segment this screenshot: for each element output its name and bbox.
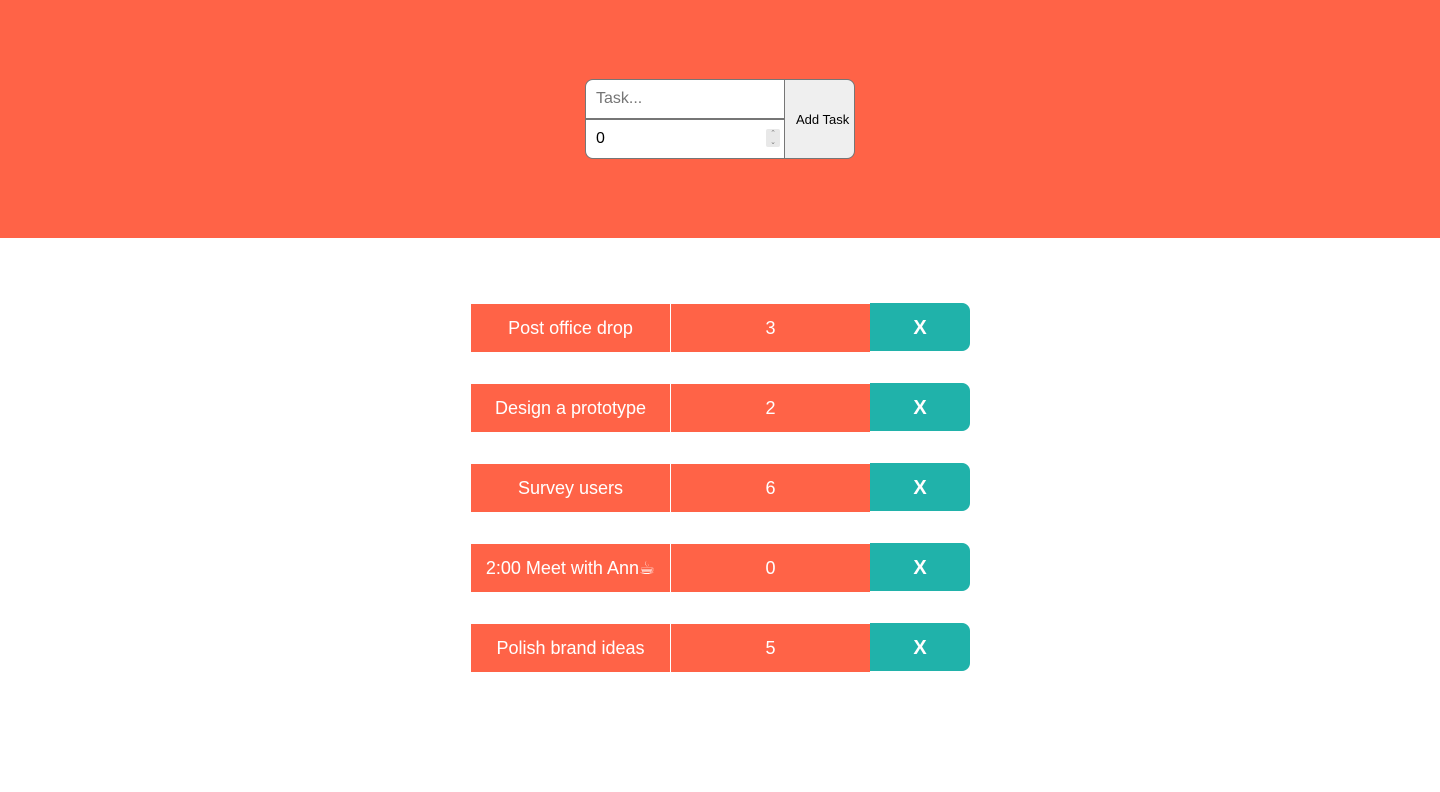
count-input[interactable]: [585, 119, 785, 159]
task-list: Post office drop 3 X Design a prototype …: [471, 303, 971, 703]
add-task-button[interactable]: Add Task: [784, 79, 855, 159]
task-name: Design a prototype: [471, 384, 670, 432]
task-row: Survey users 6 X: [471, 463, 971, 512]
delete-task-button[interactable]: X: [870, 303, 970, 351]
header-banner: ⌃ ⌄ Add Task: [0, 0, 1440, 238]
task-name: Polish brand ideas: [471, 624, 670, 672]
number-stepper-icon[interactable]: ⌃ ⌄: [766, 129, 780, 147]
delete-task-button[interactable]: X: [870, 543, 970, 591]
task-name: 2:00 Meet with Ann☕: [471, 544, 670, 592]
task-count: 2: [671, 384, 870, 432]
delete-task-button[interactable]: X: [870, 623, 970, 671]
task-count: 6: [671, 464, 870, 512]
task-input[interactable]: [585, 79, 785, 119]
task-name: Survey users: [471, 464, 670, 512]
chevron-up-icon[interactable]: ⌃: [766, 129, 780, 138]
chevron-down-icon[interactable]: ⌄: [766, 138, 780, 147]
add-task-form: ⌃ ⌄ Add Task: [585, 79, 855, 159]
task-count: 3: [671, 304, 870, 352]
task-row: 2:00 Meet with Ann☕ 0 X: [471, 543, 971, 592]
task-row: Post office drop 3 X: [471, 303, 971, 352]
task-row: Polish brand ideas 5 X: [471, 623, 971, 672]
task-name: Post office drop: [471, 304, 670, 352]
task-count: 5: [671, 624, 870, 672]
delete-task-button[interactable]: X: [870, 463, 970, 511]
delete-task-button[interactable]: X: [870, 383, 970, 431]
task-row: Design a prototype 2 X: [471, 383, 971, 432]
task-count: 0: [671, 544, 870, 592]
